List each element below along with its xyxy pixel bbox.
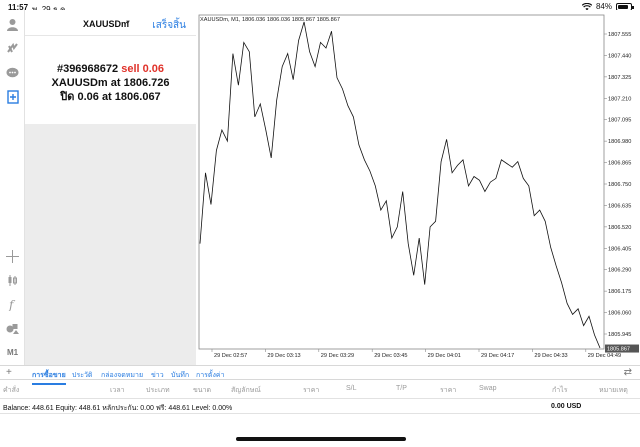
y-tick-label: 1806.060 xyxy=(608,311,631,317)
y-tick-label: 1807.555 xyxy=(608,32,631,38)
x-tick-label: 29 Dec 04:17 xyxy=(481,353,514,359)
y-tick-label: 1806.750 xyxy=(608,182,631,188)
balance-summary: Balance: 448.61 Equity: 448.61 หลักประกั… xyxy=(3,405,233,412)
current-price-marker: 1805.867 xyxy=(605,344,639,353)
tab-settings[interactable]: การตั้งค่า xyxy=(196,370,225,381)
col-type: ประเภท xyxy=(146,387,170,394)
trade-table-header: คำสั่ง เวลา ประเภท ขนาด สัญลักษณ์ ราคา S… xyxy=(0,381,640,395)
y-tick-label: 1806.635 xyxy=(608,203,631,209)
y-tick-label: 1805.945 xyxy=(608,332,631,338)
tab-news[interactable]: ข่าว xyxy=(151,370,164,381)
x-tick-label: 29 Dec 02:57 xyxy=(214,353,247,359)
home-indicator xyxy=(236,437,406,441)
y-tick-label: 1806.980 xyxy=(608,139,631,145)
col-time: เวลา xyxy=(110,387,125,394)
x-tick-label: 29 Dec 04:33 xyxy=(534,353,567,359)
account-icon[interactable] xyxy=(4,16,21,33)
x-tick-label: 29 Dec 04:49 xyxy=(588,353,621,359)
chat-icon[interactable] xyxy=(4,64,21,81)
timeframe-m1[interactable]: M1 xyxy=(4,344,21,361)
col-order: คำสั่ง xyxy=(3,387,20,394)
done-button[interactable]: เสร็จสิ้น xyxy=(152,18,186,33)
layout-toggle-icon[interactable]: ⇄ xyxy=(624,367,632,378)
crosshair-icon[interactable] xyxy=(4,248,21,265)
y-tick-label: 1806.290 xyxy=(608,268,631,274)
trade-arrows-icon[interactable] xyxy=(4,40,21,57)
x-tick-label: 29 Dec 03:29 xyxy=(321,353,354,359)
order-header: XAUUSDm ▼ เสร็จสิ้น xyxy=(25,10,196,36)
y-tick-label: 1807.325 xyxy=(608,75,631,81)
col-comment: หมายเหตุ xyxy=(599,387,628,394)
tab-mailbox[interactable]: กล่องจดหมาย xyxy=(101,370,143,381)
col-price-current: ราคา xyxy=(440,387,457,394)
y-tick-label: 1806.405 xyxy=(608,246,631,252)
x-tick-label: 29 Dec 04:01 xyxy=(428,353,461,359)
objects-icon[interactable] xyxy=(4,320,21,337)
svg-text:1805.867: 1805.867 xyxy=(607,347,630,353)
price-chart[interactable]: XAUUSDm, M1, 1806.036 1806.036 1805.867 … xyxy=(196,10,640,365)
order-panel: XAUUSDm ▼ เสร็จสิ้น #396968672 sell 0.06… xyxy=(25,10,196,124)
col-profit: กำไร xyxy=(552,387,568,394)
tab-journal[interactable]: บันทึก xyxy=(171,370,189,381)
svg-text:f: f xyxy=(8,298,16,311)
col-tp: T/P xyxy=(396,385,407,392)
y-tick-label: 1806.865 xyxy=(608,161,631,167)
order-open-price: 1806.726 xyxy=(123,77,170,89)
order-open-prefix: XAUUSDm at xyxy=(51,77,121,89)
col-swap: Swap xyxy=(479,385,497,392)
order-close-prefix: ปิด 0.06 at xyxy=(60,91,112,103)
new-order-icon[interactable] xyxy=(4,88,21,105)
tab-history[interactable]: ประวัติ xyxy=(72,370,92,381)
x-tick-label: 29 Dec 03:45 xyxy=(374,353,407,359)
chevron-down-icon[interactable]: ▼ xyxy=(125,20,131,26)
empty-panel-area xyxy=(25,124,196,365)
col-volume: ขนาด xyxy=(193,387,212,394)
y-tick-label: 1807.210 xyxy=(608,96,631,102)
terminal-tabs: + การซื้อขาย ประวัติ กล่องจดหมาย ข่าว บั… xyxy=(0,365,640,385)
x-axis: 29 Dec 02:57 29 Dec 03:13 29 Dec 03:29 29 D… xyxy=(211,349,621,359)
x-tick-label: 29 Dec 03:13 xyxy=(267,353,300,359)
order-line-2: XAUUSDm at 1806.726 xyxy=(25,76,196,90)
symbol-selector[interactable]: XAUUSDm xyxy=(83,19,129,29)
chart-svg[interactable]: XAUUSDm, M1, 1806.036 1806.036 1805.867 … xyxy=(196,10,640,365)
order-line-3: ปิด 0.06 at 1806.067 xyxy=(25,90,196,104)
balance-row: Balance: 448.61 Equity: 448.61 หลักประกั… xyxy=(0,398,640,414)
order-close-price: 1806.067 xyxy=(114,91,161,103)
candlestick-icon[interactable] xyxy=(4,272,21,289)
order-result: #396968672 sell 0.06 XAUUSDm at 1806.726… xyxy=(25,62,196,104)
indicators-icon[interactable]: f xyxy=(4,296,21,313)
plot-frame xyxy=(198,14,605,350)
col-symbol: สัญลักษณ์ xyxy=(231,387,261,394)
col-price: ราคา xyxy=(303,387,320,394)
y-tick-label: 1807.095 xyxy=(608,118,631,124)
left-toolbar: f M1 xyxy=(0,10,25,365)
y-axis: 1807.555 1807.440 1807.325 1807.210 1807.095… xyxy=(604,32,631,338)
order-line-1: #396968672 sell 0.06 xyxy=(25,62,196,76)
y-tick-label: 1807.440 xyxy=(608,53,631,59)
col-sl: S/L xyxy=(346,385,357,392)
order-type-volume: sell 0.06 xyxy=(121,63,165,75)
order-ticket: #396968672 xyxy=(56,63,119,75)
y-tick-label: 1806.175 xyxy=(608,289,631,295)
total-profit: 0.00 USD xyxy=(551,403,582,410)
plus-icon[interactable]: + xyxy=(6,367,12,378)
chart-header: XAUUSDm, M1, 1806.036 1806.036 1805.867 … xyxy=(200,17,340,23)
y-tick-label: 1806.520 xyxy=(608,225,631,231)
